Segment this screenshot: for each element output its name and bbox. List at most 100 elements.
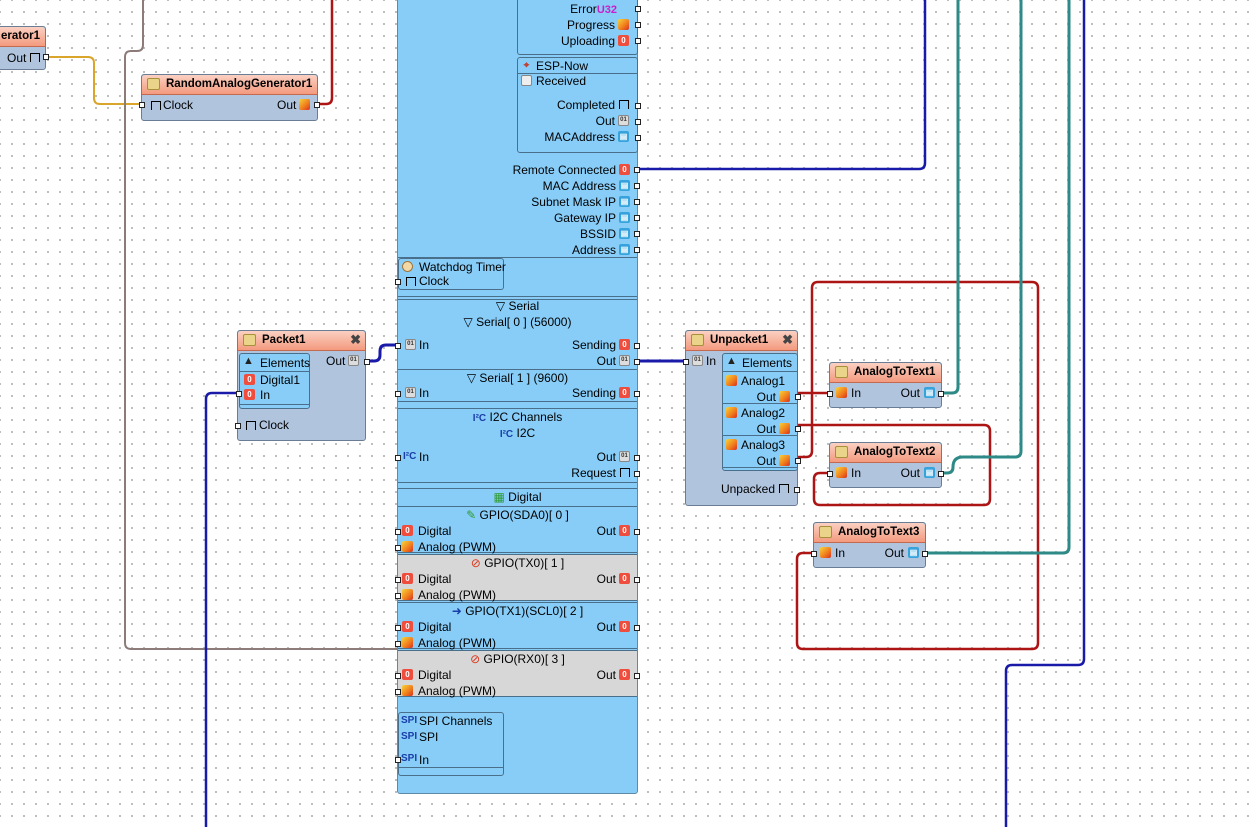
serial1-sending-pin[interactable] [634,391,640,397]
gpio-analog-pin[interactable] [395,641,401,647]
digital-title: ▦ Digital [493,490,542,504]
analog-to-text-component[interactable]: AnalogToText3 In Out ▤ [811,522,928,568]
remote-connected-pin[interactable] [634,167,640,173]
ota-progress-pin[interactable] [635,22,641,28]
ota-uploading-pin[interactable] [635,38,641,44]
espnow-completed-pin[interactable] [635,103,641,109]
text-icon: ▤ [924,387,935,398]
analog-to-text-component[interactable]: AnalogToText1 In Out ▤ [827,362,944,408]
gpio-title: ⊘ GPIO(TX0)[ 1 ] [470,556,565,570]
packet-out-pin[interactable] [364,359,370,365]
wire-generator-to-random-clock[interactable] [47,56,142,105]
wrench-icon[interactable]: ✖ [350,333,361,347]
unpacket-icon [691,334,704,346]
bssid-pin[interactable] [634,231,640,237]
gpio-out-pin[interactable] [634,529,640,535]
analog-to-text-in-pin[interactable] [827,471,833,477]
i2c-in-label: In [419,450,430,464]
text-icon: ▤ [619,228,630,239]
serial1-in-pin[interactable] [395,391,401,397]
subnet-mask-pin[interactable] [634,199,640,205]
generator-out-pin[interactable] [43,54,49,60]
unpacket-component[interactable]: Unpacket1 ✖ 01 In ▲ Elements Analog1 Out A… [683,330,801,506]
mac-address-pin[interactable] [634,183,640,189]
analog-to-text-component[interactable]: AnalogToText2 In Out ▤ [827,442,944,488]
gpio-out-pin[interactable] [634,625,640,631]
wire-text1-out[interactable] [941,0,960,395]
gpio-digital-pin[interactable] [395,577,401,583]
packet-header[interactable]: Packet1 ✖ [238,331,365,351]
gpio-digital-pin[interactable] [395,625,401,631]
unpacket-item-name: Analog2 [741,406,786,420]
wire-right-blue[interactable] [1004,0,1086,827]
gpio-analog-pin[interactable] [395,689,401,695]
ota-error-pin[interactable] [635,6,641,12]
gpio-row: ✎ GPIO(SDA0)[ 0 ] 0 Digital Analog (PWM) Out… [395,506,640,554]
gpio-analog-pin[interactable] [395,545,401,551]
wire-text3-out[interactable] [925,0,1071,555]
generator-header[interactable]: erator1 [0,27,45,47]
gpio-analog-pin[interactable] [395,593,401,599]
wire-packet-to-serial0[interactable] [365,343,399,363]
unpacket-item-out-pin[interactable] [795,458,801,464]
gpio-out-label: Out [596,620,616,634]
random-out-pin[interactable] [314,102,320,108]
gpio-digital-pin[interactable] [395,529,401,535]
random-generator-header[interactable]: RandomAnalogGenerator1 [142,75,317,95]
wire-remote-connected[interactable] [637,0,927,171]
address-pin[interactable] [634,247,640,253]
gpio-row: ⊘ GPIO(TX0)[ 1 ] 0 Digital Analog (PWM) Out 0 [395,554,640,602]
unpacket-header[interactable]: Unpacket1 ✖ [686,331,797,351]
i2c-in-pin[interactable] [395,455,401,461]
text-icon: ▤ [619,212,630,223]
gpio-digital-pin[interactable] [395,673,401,679]
i2c-out-pin[interactable] [634,455,640,461]
serial0-sending-pin[interactable] [634,343,640,349]
ota-error-label: ErrorU32 [570,2,617,16]
esp-board[interactable]: ErrorU32 Progress Uploading 0 ⌖ ESP-Now … [395,0,641,794]
ota-progress-label: Progress [566,18,615,32]
analog-to-text-header[interactable]: AnalogToText2 [830,443,941,463]
i2c-out-label: Out [596,450,616,464]
random-clock-pin[interactable] [139,102,145,108]
wire-packet-in[interactable] [204,391,239,827]
packet-in-pin[interactable] [236,391,242,397]
analog-to-text-in-pin[interactable] [827,391,833,397]
unpacket-item-out-pin[interactable] [795,426,801,432]
packet-clock-pin[interactable] [235,423,241,429]
packet-out-label: Out [326,354,346,368]
generator-out-label: Out [7,51,27,65]
analog-to-text-header[interactable]: AnalogToText3 [814,523,925,543]
espnow-mac-pin[interactable] [635,135,641,141]
wrench-icon[interactable]: ✖ [782,333,793,347]
gateway-pin[interactable] [634,215,640,221]
generator-component[interactable]: erator1 Out [0,26,49,70]
analog-to-text-out-pin[interactable] [938,471,944,477]
gpio-digital-label: Digital [418,620,452,634]
gpio-out-pin[interactable] [634,577,640,583]
watchdog-clock-pin[interactable] [395,279,401,285]
wire-random-out[interactable] [317,0,334,106]
packet-component[interactable]: Packet1 ✖ ▲ Elements 0 Digital1 0 In Out… [235,330,370,441]
gpio-analog-label: Analog (PWM) [418,588,497,602]
gpio-out-pin[interactable] [634,673,640,679]
serial0-out-pin[interactable] [634,359,640,365]
serial0-in-pin[interactable] [395,343,401,349]
analog-to-text-out-pin[interactable] [922,551,928,557]
received-icon [521,75,532,86]
unpacket-item-out-pin[interactable] [795,394,801,400]
analog-to-text-icon [819,526,832,538]
espnow-title: ESP-Now [536,59,589,73]
espnow-out-pin[interactable] [635,119,641,125]
i2c-request-pin[interactable] [634,471,640,477]
random-analog-generator[interactable]: RandomAnalogGenerator1 Clock Out [139,74,320,121]
analog-to-text-in-pin[interactable] [811,551,817,557]
unpacked-pin[interactable] [794,487,800,493]
espnow-mac-label: MACAddress [544,130,615,144]
analog-to-text-header[interactable]: AnalogToText1 [830,363,941,383]
watchdog-box: Watchdog Timer Clock [395,258,506,290]
analog-to-text-out-pin[interactable] [938,391,944,397]
unpacket-in-pin[interactable] [683,359,689,365]
wire-text2-out[interactable] [941,0,1023,475]
unpacket-item-out-label: Out [756,454,776,468]
